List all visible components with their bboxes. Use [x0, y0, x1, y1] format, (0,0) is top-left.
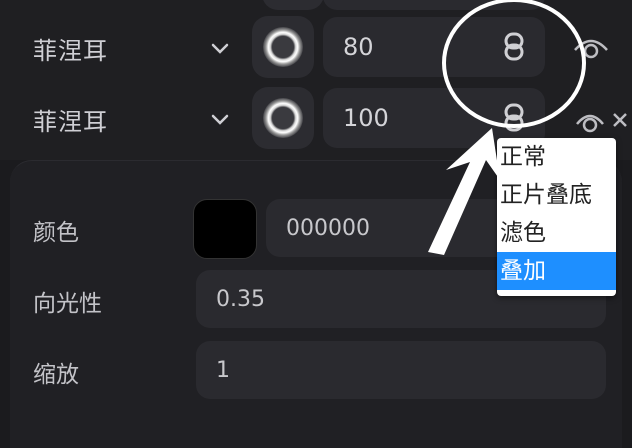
pointer-arrow — [428, 128, 500, 255]
annotation-overlay — [428, 0, 586, 255]
highlight-circle — [442, 0, 586, 128]
